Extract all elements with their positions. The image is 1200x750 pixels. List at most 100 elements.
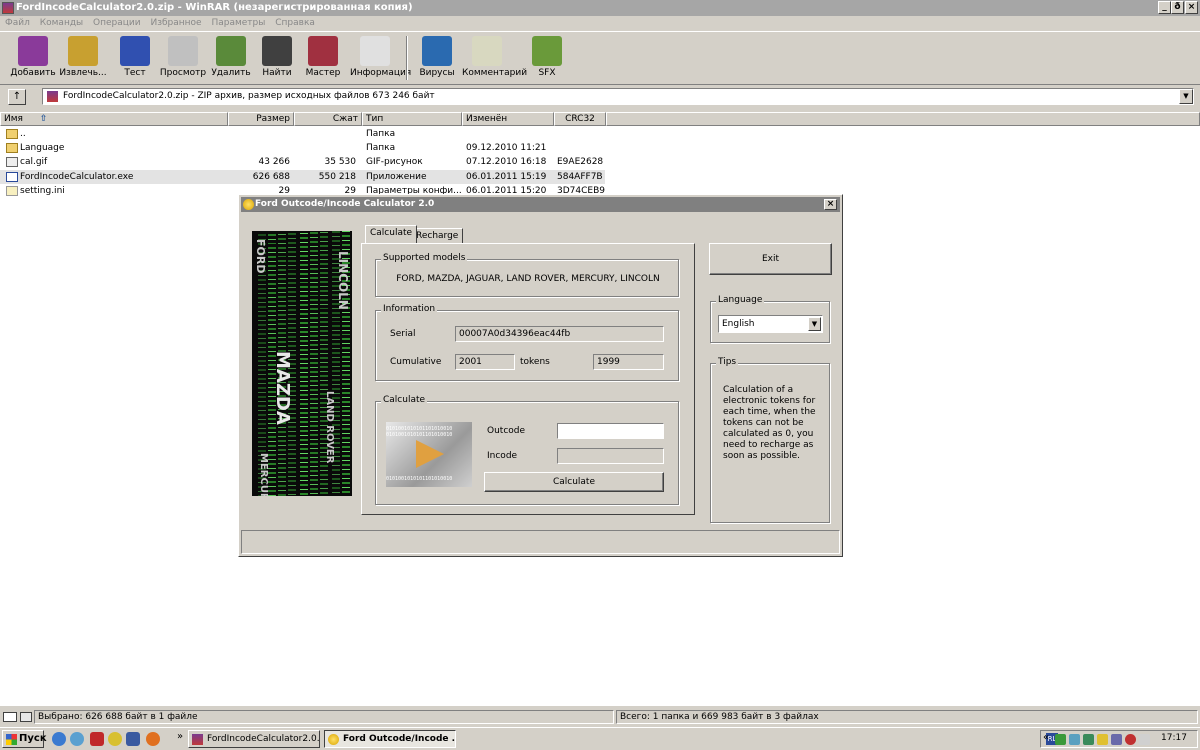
tray-app-icon[interactable] bbox=[1083, 734, 1094, 745]
tab-calculate[interactable]: Calculate bbox=[365, 225, 418, 243]
delete-icon bbox=[216, 36, 246, 66]
menu-help[interactable]: Справка bbox=[275, 18, 315, 28]
language-select[interactable]: English ▼ bbox=[718, 315, 823, 333]
windows-logo-icon bbox=[6, 734, 17, 745]
path-dropdown-icon[interactable]: ▼ bbox=[1179, 89, 1193, 104]
folder-up-icon bbox=[6, 129, 18, 139]
archive-path-text: FordIncodeCalculator2.0.zip - ZIP архив,… bbox=[63, 91, 435, 101]
tray-connection-icon[interactable] bbox=[1069, 734, 1080, 745]
ie-icon[interactable] bbox=[52, 732, 66, 746]
menu-favorites[interactable]: Избранное bbox=[150, 18, 201, 28]
toolbar-button-1[interactable]: Извлечь... bbox=[58, 36, 108, 78]
firefox-icon[interactable] bbox=[146, 732, 160, 746]
language-group: Language English ▼ bbox=[710, 295, 830, 343]
file-crc: 584AFF7B bbox=[557, 171, 603, 182]
toolbar-button-2[interactable]: Тест bbox=[110, 36, 160, 78]
toolbar-separator bbox=[406, 36, 408, 80]
lock-icon bbox=[20, 712, 32, 722]
up-folder-button[interactable]: ↑ bbox=[8, 89, 26, 105]
col-type[interactable]: Тип bbox=[362, 112, 462, 126]
save-icon[interactable] bbox=[126, 732, 140, 746]
start-label: Пуск bbox=[19, 733, 47, 744]
drive-icon bbox=[3, 712, 17, 722]
col-crc[interactable]: CRC32 bbox=[554, 112, 606, 126]
file-name: Language bbox=[20, 143, 65, 154]
file-row[interactable]: FordIncodeCalculator.exe 626 688 550 218 Пр… bbox=[0, 169, 605, 184]
sfx-icon bbox=[532, 36, 562, 66]
file-modified: 07.12.2010 16:18 bbox=[466, 157, 547, 168]
toolbar-button-9[interactable]: Комментарий bbox=[462, 36, 527, 78]
tray-expand-icon[interactable]: « bbox=[1043, 732, 1049, 743]
col-modified[interactable]: Изменён bbox=[462, 112, 554, 126]
restore-button[interactable]: ð bbox=[1171, 1, 1184, 14]
window-title-bar[interactable]: FordIncodeCalculator2.0.zip - WinRAR (не… bbox=[0, 0, 1200, 16]
outcode-label: Outcode bbox=[487, 426, 526, 436]
info-icon bbox=[360, 36, 390, 66]
tray-monitor-icon[interactable] bbox=[1111, 734, 1122, 745]
toolbar-button-3[interactable]: Просмотр bbox=[158, 36, 208, 78]
network-icon[interactable] bbox=[70, 732, 84, 746]
ini-file-icon bbox=[6, 185, 18, 196]
toolbar-button-label: Извлечь... bbox=[59, 68, 107, 78]
file-modified: 09.12.2010 11:21 bbox=[466, 143, 547, 154]
menu-commands[interactable]: Команды bbox=[40, 18, 83, 28]
file-row[interactable]: cal.gif 43 266 35 530 GIF-рисунок 07.12.2010… bbox=[0, 155, 605, 169]
calculate-button[interactable]: Calculate bbox=[484, 472, 664, 492]
toolbar-button-8[interactable]: Вирусы bbox=[412, 36, 462, 78]
information-group: Information Serial 00007A0d34396eac44fb … bbox=[375, 304, 679, 381]
col-name[interactable]: Имя ⇧ bbox=[0, 112, 228, 126]
toolbar-button-7[interactable]: Информация bbox=[350, 36, 411, 78]
dialog-close-button[interactable]: × bbox=[824, 199, 837, 210]
toolbar-button-5[interactable]: Найти bbox=[252, 36, 302, 78]
chevron-down-icon[interactable]: ▼ bbox=[808, 317, 821, 331]
banner-mercury: MERCURY bbox=[258, 453, 269, 496]
exit-button[interactable]: Exit bbox=[709, 243, 832, 275]
toolbar-button-6[interactable]: Мастер bbox=[298, 36, 348, 78]
col-size[interactable]: Размер bbox=[228, 112, 294, 126]
exe-file-icon bbox=[6, 171, 18, 182]
minimize-button[interactable]: _ bbox=[1158, 1, 1171, 14]
archive-path-combo[interactable]: FordIncodeCalculator2.0.zip - ZIP архив,… bbox=[42, 88, 1194, 105]
view-glasses-icon bbox=[168, 36, 198, 66]
tray-volume-icon[interactable] bbox=[1139, 734, 1150, 745]
taskbar: Пуск » FordIncodeCalculator2.0... Ford O… bbox=[0, 727, 1200, 750]
toolbar-button-0[interactable]: Добавить bbox=[8, 36, 58, 78]
tray-network-icon[interactable] bbox=[1055, 734, 1066, 745]
outcode-input[interactable] bbox=[557, 423, 664, 439]
task-winrar[interactable]: FordIncodeCalculator2.0... bbox=[188, 730, 320, 748]
quicklaunch-more-icon[interactable]: » bbox=[177, 731, 183, 742]
media-icon[interactable] bbox=[108, 732, 122, 746]
status-total: Всего: 1 папка и 669 983 байт в 3 файлах bbox=[616, 710, 1198, 724]
task-calculator-label: Ford Outcode/Incode ... bbox=[343, 734, 456, 744]
toolbar-button-4[interactable]: Удалить bbox=[206, 36, 256, 78]
col-packed[interactable]: Сжат bbox=[294, 112, 362, 126]
toolbar-button-10[interactable]: SFX bbox=[522, 36, 572, 78]
task-calculator[interactable]: Ford Outcode/Incode ... bbox=[324, 730, 456, 748]
dialog-title-bar[interactable]: Ford Outcode/Incode Calculator 2.0 × bbox=[241, 197, 840, 212]
archive-icon bbox=[47, 91, 58, 102]
file-name: FordIncodeCalculator.exe bbox=[20, 171, 134, 182]
find-binoculars-icon bbox=[262, 36, 292, 66]
tray-security-icon[interactable] bbox=[1097, 734, 1108, 745]
calculator-graphic: 0101001010101101010010 01010010101011010… bbox=[386, 422, 472, 487]
image-file-icon bbox=[6, 157, 18, 168]
cumulative-label: Cumulative bbox=[390, 357, 442, 367]
close-button[interactable]: × bbox=[1185, 1, 1198, 14]
calculate-legend: Calculate bbox=[381, 395, 428, 405]
menu-operations[interactable]: Операции bbox=[93, 18, 141, 28]
file-row[interactable]: Language Папка 09.12.2010 11:21 bbox=[0, 141, 605, 155]
tab-recharge[interactable]: Recharge bbox=[411, 228, 464, 244]
start-button[interactable]: Пуск bbox=[2, 730, 47, 748]
toolbar-button-label: Добавить bbox=[10, 68, 56, 78]
menu-options[interactable]: Параметры bbox=[211, 18, 265, 28]
col-filler bbox=[606, 112, 1200, 126]
file-row[interactable]: .. Папка bbox=[0, 127, 605, 141]
toolbar-button-label: Просмотр bbox=[159, 68, 207, 78]
menu-file[interactable]: Файл bbox=[5, 18, 30, 28]
acrobat-icon[interactable] bbox=[90, 732, 104, 746]
toolbar-button-label: Вирусы bbox=[419, 68, 455, 78]
tray-alert-icon[interactable] bbox=[1125, 734, 1136, 745]
supported-models-text: FORD, MAZDA, JAGUAR, LAND ROVER, MERCURY… bbox=[396, 274, 660, 284]
add-books-icon bbox=[18, 36, 48, 66]
folder-icon bbox=[6, 143, 18, 154]
